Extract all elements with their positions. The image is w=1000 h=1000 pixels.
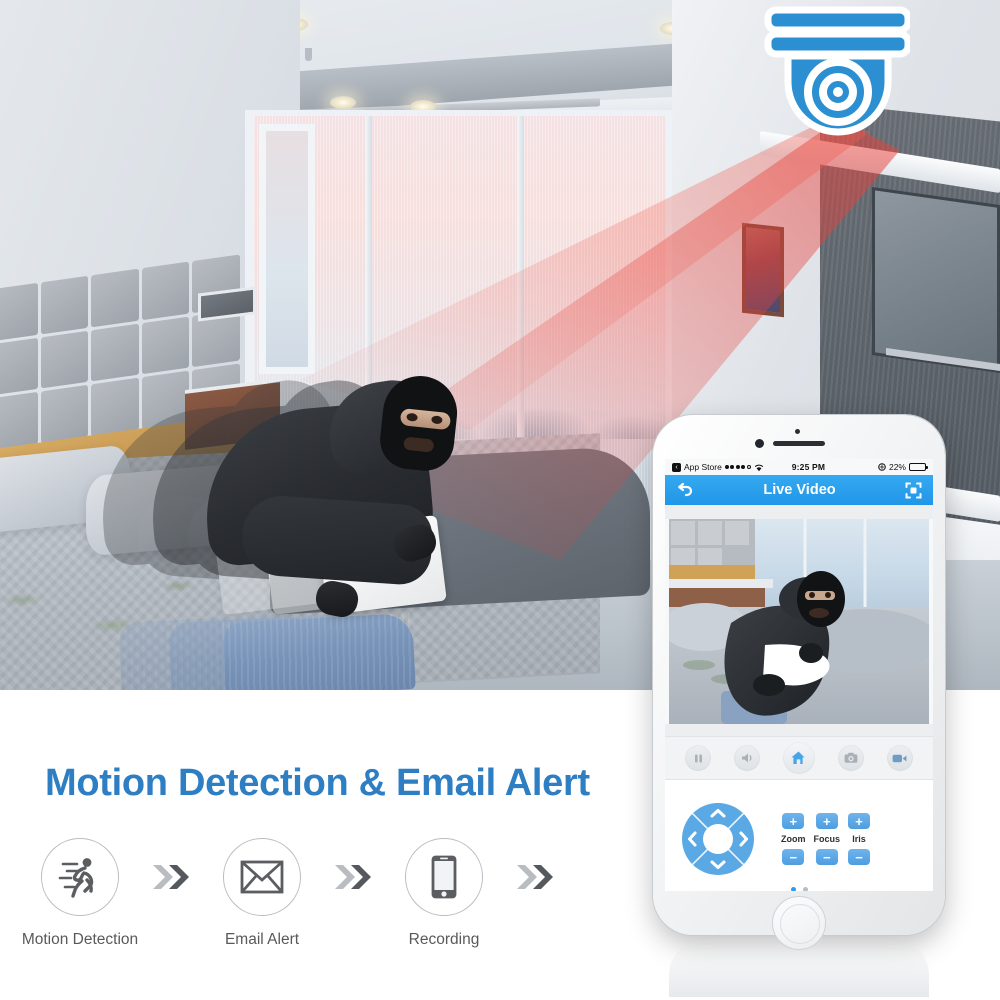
intruder-figure bbox=[93, 350, 510, 690]
phone-reflection bbox=[669, 939, 929, 997]
page-dot-active[interactable] bbox=[790, 887, 796, 891]
home-button[interactable] bbox=[782, 742, 815, 774]
fullscreen-expand-icon[interactable] bbox=[905, 482, 922, 499]
status-back-app-label: App Store bbox=[684, 462, 722, 472]
zoom-plus-button[interactable]: + bbox=[782, 813, 805, 829]
wall-picture-frame bbox=[742, 222, 784, 318]
status-bar: ‹ App Store 9:25 PM 22% bbox=[665, 459, 933, 475]
page-dot[interactable] bbox=[802, 887, 808, 891]
status-time: 9:25 PM bbox=[791, 462, 826, 472]
video-top-spacer bbox=[665, 505, 933, 519]
page-indicator bbox=[665, 887, 933, 891]
app-title: Live Video bbox=[763, 482, 836, 498]
focus-control: + Focus − bbox=[813, 813, 841, 865]
iris-minus-button[interactable]: − bbox=[848, 849, 871, 865]
sprinkler-icon bbox=[305, 48, 312, 61]
ptz-control-panel: + Zoom − + Focus − + Iris − bbox=[665, 780, 933, 891]
phone-screen: ‹ App Store 9:25 PM 22% Live Video + Zoo… bbox=[665, 459, 933, 891]
live-video-feed[interactable] bbox=[669, 519, 929, 724]
motion-detection-circle bbox=[41, 838, 119, 916]
eye bbox=[406, 412, 418, 422]
feature-recording: Recording bbox=[384, 838, 504, 949]
eye-slot bbox=[399, 408, 452, 431]
video-bottom-spacer bbox=[665, 724, 933, 736]
double-chevron-right-icon bbox=[153, 865, 189, 889]
feature-label: Email Alert bbox=[224, 931, 300, 948]
running-person-icon bbox=[58, 858, 94, 898]
phone-body: ‹ App Store 9:25 PM 22% Live Video + Zoo… bbox=[653, 415, 945, 950]
smartphone-icon bbox=[431, 855, 457, 899]
record-button[interactable] bbox=[886, 745, 913, 771]
back-chevron-icon[interactable]: ‹ bbox=[672, 462, 681, 472]
ptz-zfi-controls: + Zoom − + Focus − + Iris − bbox=[781, 813, 871, 865]
dome-security-camera-icon bbox=[764, 6, 910, 136]
zoom-minus-button[interactable]: − bbox=[782, 849, 805, 865]
envelope-icon bbox=[240, 860, 284, 894]
iris-label: Iris bbox=[852, 834, 866, 844]
flow-arrow-3 bbox=[504, 864, 566, 890]
smartphone-mockup: ‹ App Store 9:25 PM 22% Live Video + Zoo… bbox=[653, 415, 945, 997]
iris-control: + Iris − bbox=[848, 813, 871, 865]
snapshot-button[interactable] bbox=[837, 745, 864, 771]
mouth-slot bbox=[403, 436, 435, 453]
iris-plus-button[interactable]: + bbox=[848, 813, 871, 829]
battery-percent-label: 22% bbox=[888, 462, 906, 472]
flow-arrow-2 bbox=[322, 864, 384, 890]
television bbox=[872, 187, 1000, 373]
zoom-control: + Zoom − bbox=[781, 813, 806, 865]
feature-label: Recording bbox=[408, 931, 480, 948]
focus-minus-button[interactable]: − bbox=[815, 849, 838, 865]
downlight-icon bbox=[330, 96, 356, 109]
jeans bbox=[222, 613, 416, 690]
wifi-icon bbox=[754, 464, 763, 471]
battery-low-icon bbox=[908, 462, 928, 472]
recording-circle bbox=[405, 838, 483, 916]
dpad-control[interactable] bbox=[681, 802, 755, 876]
focus-label: Focus bbox=[813, 834, 841, 844]
intruder-body bbox=[150, 350, 510, 690]
double-chevron-right-icon bbox=[335, 865, 371, 889]
focus-plus-button[interactable]: + bbox=[815, 813, 838, 829]
double-chevron-right-icon bbox=[517, 865, 553, 889]
proximity-sensor-icon bbox=[795, 429, 800, 434]
wall-picture-art bbox=[746, 227, 780, 313]
email-alert-circle bbox=[223, 838, 301, 916]
feature-flow: Motion Detection Email Alert Recording bbox=[20, 838, 640, 949]
front-camera-icon bbox=[755, 439, 764, 448]
flow-arrow-1 bbox=[140, 864, 202, 890]
app-header: Live Video bbox=[665, 475, 933, 505]
location-services-icon bbox=[878, 463, 886, 471]
audio-button[interactable] bbox=[734, 745, 761, 771]
zoom-label: Zoom bbox=[781, 834, 806, 844]
promo-headline: Motion Detection & Email Alert bbox=[45, 762, 590, 804]
feature-label: Motion Detection bbox=[21, 931, 139, 948]
signal-dots-icon bbox=[724, 465, 751, 469]
eye bbox=[431, 415, 443, 425]
feature-motion-detection: Motion Detection bbox=[20, 838, 140, 949]
video-toolbar bbox=[665, 736, 933, 780]
undo-arrow-icon[interactable] bbox=[676, 482, 694, 498]
pause-button[interactable] bbox=[685, 745, 712, 771]
feature-email-alert: Email Alert bbox=[202, 838, 322, 949]
earpiece-speaker bbox=[773, 441, 825, 446]
